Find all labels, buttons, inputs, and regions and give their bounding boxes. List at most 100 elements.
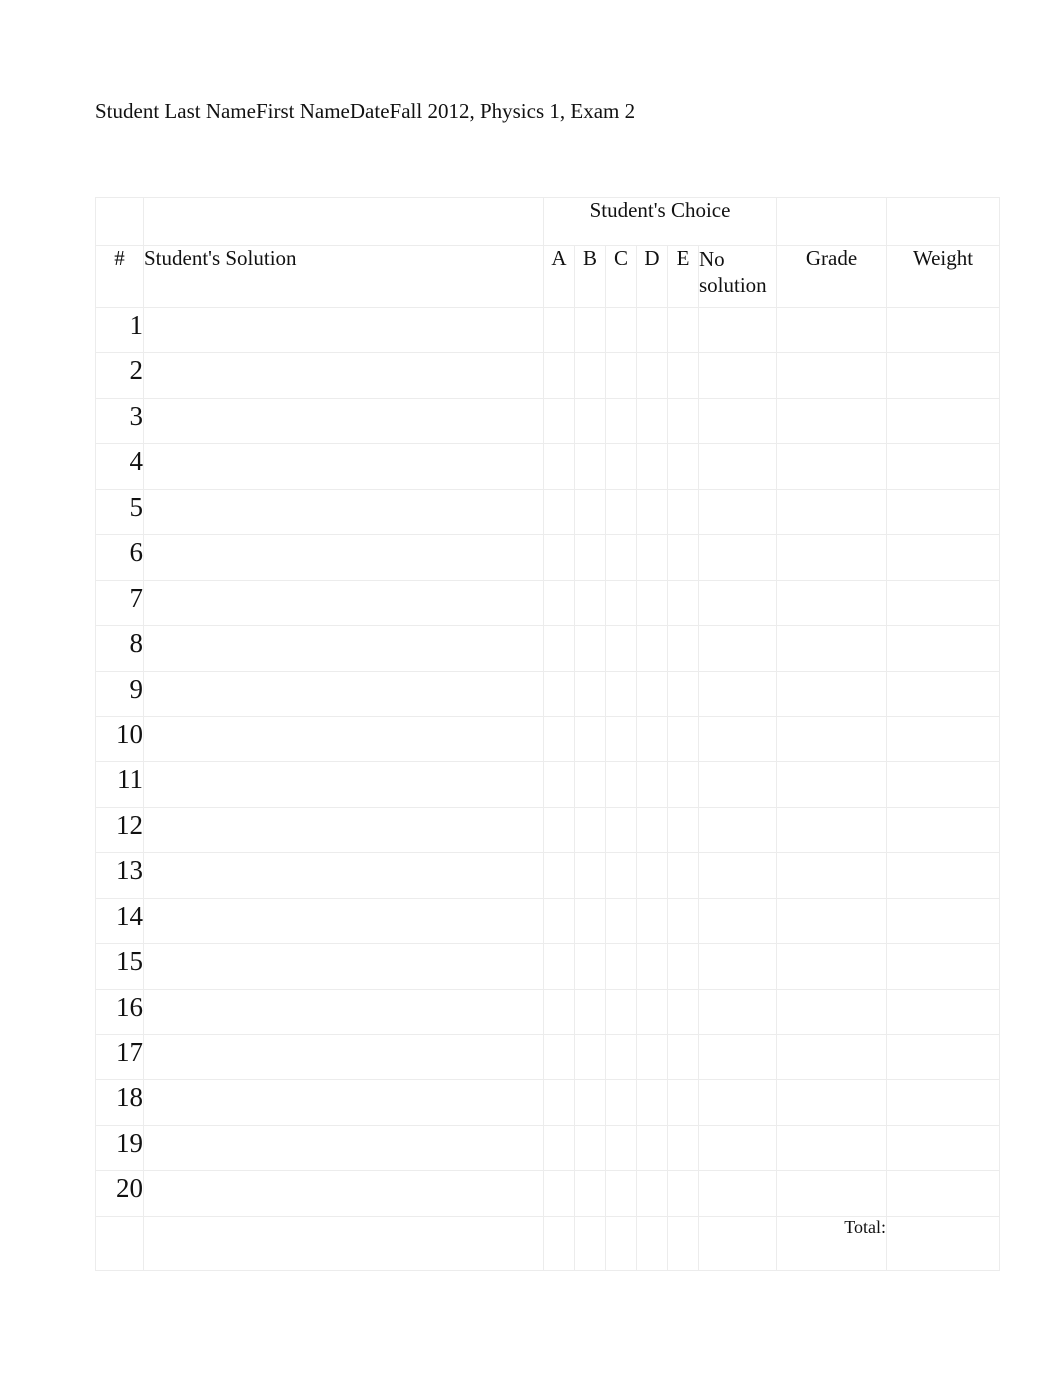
cell-choice-a[interactable] xyxy=(543,715,575,763)
cell-choice-a[interactable] xyxy=(543,1079,575,1126)
cell-choice-b[interactable] xyxy=(574,943,606,990)
cell-choice-a[interactable] xyxy=(543,579,575,627)
cell-choice-e[interactable] xyxy=(667,806,699,854)
cell-choice-d[interactable] xyxy=(636,534,668,581)
cell-choice-e[interactable] xyxy=(667,625,699,672)
cell-choice-e[interactable] xyxy=(667,1124,699,1172)
cell-choice-e[interactable] xyxy=(667,534,699,581)
cell-choice-c[interactable] xyxy=(605,443,637,490)
cell-choice-c[interactable] xyxy=(605,988,637,1036)
cell-choice-b[interactable] xyxy=(574,579,606,627)
cell-no-solution[interactable] xyxy=(697,488,778,536)
cell-choice-e[interactable] xyxy=(667,670,699,717)
cell-choice-d[interactable] xyxy=(636,1124,668,1172)
cell-no-solution[interactable] xyxy=(697,397,778,445)
cell-choice-b[interactable] xyxy=(574,443,606,490)
cell-grade[interactable] xyxy=(776,988,888,1036)
cell-solution[interactable] xyxy=(143,397,544,445)
cell-no-solution[interactable] xyxy=(697,1124,778,1172)
cell-choice-c[interactable] xyxy=(605,761,637,808)
cell-no-solution[interactable] xyxy=(697,715,778,763)
cell-no-solution[interactable] xyxy=(697,579,778,627)
cell-choice-b[interactable] xyxy=(574,670,606,717)
cell-choice-a[interactable] xyxy=(543,488,575,536)
cell-solution[interactable] xyxy=(143,488,544,536)
cell-choice-e[interactable] xyxy=(667,397,699,445)
cell-choice-a[interactable] xyxy=(543,988,575,1036)
cell-choice-d[interactable] xyxy=(636,579,668,627)
cell-no-solution[interactable] xyxy=(697,897,778,945)
cell-choice-e[interactable] xyxy=(667,1033,699,1081)
cell-choice-a[interactable] xyxy=(543,1170,575,1217)
cell-no-solution[interactable] xyxy=(697,625,778,672)
cell-choice-a[interactable] xyxy=(543,625,575,672)
cell-weight[interactable] xyxy=(886,306,1001,354)
cell-weight[interactable] xyxy=(886,1079,1001,1126)
cell-choice-c[interactable] xyxy=(605,1124,637,1172)
cell-choice-e[interactable] xyxy=(667,1079,699,1126)
cell-grade[interactable] xyxy=(776,761,888,808)
cell-grade[interactable] xyxy=(776,897,888,945)
cell-choice-a[interactable] xyxy=(543,443,575,490)
cell-choice-e[interactable] xyxy=(667,1170,699,1217)
cell-grade[interactable] xyxy=(776,1124,888,1172)
cell-no-solution[interactable] xyxy=(697,852,778,899)
cell-no-solution[interactable] xyxy=(697,306,778,354)
cell-choice-c[interactable] xyxy=(605,579,637,627)
cell-weight[interactable] xyxy=(886,488,1001,536)
cell-choice-c[interactable] xyxy=(605,715,637,763)
cell-grade[interactable] xyxy=(776,670,888,717)
cell-weight[interactable] xyxy=(886,897,1001,945)
cell-weight[interactable] xyxy=(886,1170,1001,1217)
total-value-cell[interactable] xyxy=(886,1216,1001,1271)
cell-choice-d[interactable] xyxy=(636,715,668,763)
cell-choice-d[interactable] xyxy=(636,1170,668,1217)
cell-weight[interactable] xyxy=(886,625,1001,672)
cell-choice-e[interactable] xyxy=(667,897,699,945)
cell-choice-e[interactable] xyxy=(667,306,699,354)
cell-choice-d[interactable] xyxy=(636,1033,668,1081)
cell-choice-b[interactable] xyxy=(574,1079,606,1126)
cell-solution[interactable] xyxy=(143,897,544,945)
cell-solution[interactable] xyxy=(143,1079,544,1126)
cell-choice-d[interactable] xyxy=(636,806,668,854)
cell-choice-c[interactable] xyxy=(605,670,637,717)
cell-grade[interactable] xyxy=(776,1079,888,1126)
cell-choice-a[interactable] xyxy=(543,897,575,945)
cell-no-solution[interactable] xyxy=(697,534,778,581)
cell-grade[interactable] xyxy=(776,1170,888,1217)
cell-weight[interactable] xyxy=(886,579,1001,627)
cell-choice-e[interactable] xyxy=(667,715,699,763)
cell-choice-a[interactable] xyxy=(543,1033,575,1081)
cell-choice-d[interactable] xyxy=(636,943,668,990)
cell-choice-e[interactable] xyxy=(667,488,699,536)
cell-no-solution[interactable] xyxy=(697,988,778,1036)
cell-grade[interactable] xyxy=(776,443,888,490)
cell-choice-a[interactable] xyxy=(543,534,575,581)
cell-choice-b[interactable] xyxy=(574,988,606,1036)
cell-weight[interactable] xyxy=(886,352,1001,399)
cell-grade[interactable] xyxy=(776,852,888,899)
cell-no-solution[interactable] xyxy=(697,352,778,399)
cell-choice-d[interactable] xyxy=(636,443,668,490)
cell-weight[interactable] xyxy=(886,443,1001,490)
cell-choice-d[interactable] xyxy=(636,897,668,945)
cell-solution[interactable] xyxy=(143,1124,544,1172)
cell-choice-c[interactable] xyxy=(605,1170,637,1217)
cell-choice-e[interactable] xyxy=(667,852,699,899)
cell-no-solution[interactable] xyxy=(697,1170,778,1217)
cell-grade[interactable] xyxy=(776,1033,888,1081)
cell-solution[interactable] xyxy=(143,352,544,399)
cell-choice-d[interactable] xyxy=(636,397,668,445)
cell-solution[interactable] xyxy=(143,625,544,672)
cell-solution[interactable] xyxy=(143,715,544,763)
cell-choice-a[interactable] xyxy=(543,761,575,808)
cell-choice-a[interactable] xyxy=(543,352,575,399)
cell-choice-e[interactable] xyxy=(667,352,699,399)
cell-solution[interactable] xyxy=(143,988,544,1036)
cell-choice-a[interactable] xyxy=(543,670,575,717)
cell-choice-b[interactable] xyxy=(574,352,606,399)
cell-grade[interactable] xyxy=(776,943,888,990)
cell-weight[interactable] xyxy=(886,761,1001,808)
cell-grade[interactable] xyxy=(776,352,888,399)
